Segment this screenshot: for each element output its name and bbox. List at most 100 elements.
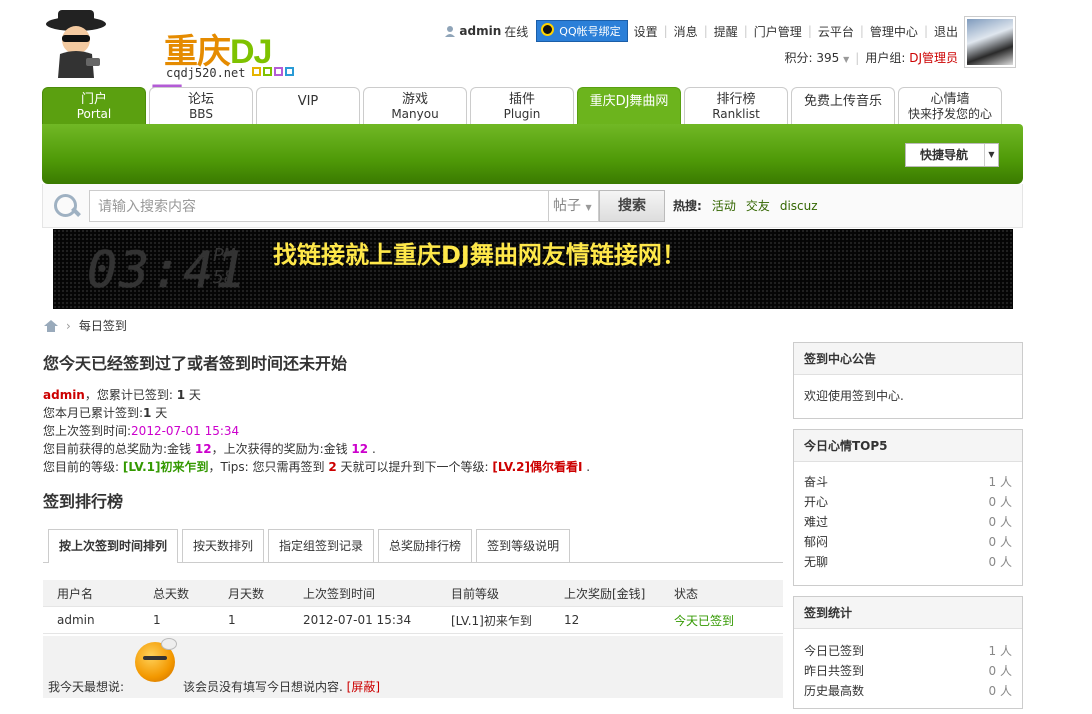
signin-stats-box: 签到统计 今日已签到 1 人 昨日共签到 0 人 历史最高数 0 人 [793,596,1023,709]
tab-vip[interactable]: VIP [256,87,360,124]
row-username-link[interactable]: admin [43,613,153,627]
stats-list: 今日已签到 1 人 昨日共签到 0 人 历史最高数 0 人 [794,629,1022,709]
info-line-level: 您目前的等级: [LV.1]初来乍到，Tips: 您只需再签到 2 天就可以提升… [43,460,591,474]
info-line-month: 您本月已累计签到:1 天 [43,406,168,420]
search-bar: 请输入搜索内容 帖子 ▼ 搜索 热搜: 活动 交友 discuz [42,184,1023,228]
col-last-time: 上次签到时间 [303,586,376,601]
dj-mascot-icon [46,10,106,78]
today-say: 我今天最想说: 该会员没有填写今日想说内容. [屏蔽] [43,636,783,698]
nav-settings-link[interactable]: 设置 [634,23,658,40]
row-level: [LV.1]初来乍到 [451,613,532,628]
search-input[interactable]: 请输入搜索内容 [89,189,549,222]
breadcrumb: › 每日签到 [44,317,127,334]
info-line-last-time: 您上次签到时间:2012-07-01 15:34 [43,424,240,438]
tab-bbs[interactable]: 论坛 BBS [149,87,253,124]
mood-title: 今日心情TOP5 [794,430,1022,462]
list-item: 郁闷 0 人 [804,535,1012,549]
breadcrumb-current: 每日签到 [78,319,127,333]
user-info: admin 在线 [444,23,528,40]
search-button[interactable]: 搜索 [599,189,665,222]
row-status: 今天已签到 [674,613,735,628]
nav-admin-center-link[interactable]: 管理中心 [870,23,918,40]
points-link[interactable]: 积分: 395 ▼ [785,49,850,66]
signin-info: admin，您累计已签到: 1 天 您本月已累计签到:1 天 您上次签到时间:2… [43,386,783,476]
search-icon [51,191,85,221]
hot-search: 热搜: 活动 交友 discuz [673,197,818,214]
tab-by-last-time[interactable]: 按上次签到时间排列 [48,529,179,563]
tab-total-reward[interactable]: 总奖励排行榜 [378,529,473,562]
list-item: 历史最高数 0 人 [804,684,1012,698]
tab-manyou[interactable]: 游戏 Manyou [363,87,467,124]
col-total-days: 总天数 [153,586,190,601]
col-username: 用户名 [57,586,94,601]
hot-search-item[interactable]: 活动 [712,197,736,214]
tab-upload-music[interactable]: 免费上传音乐 [791,87,895,124]
tab-portal[interactable]: 门户 Portal [42,87,146,124]
chevron-down-icon: ▼ [843,55,850,64]
qq-icon [541,23,555,36]
col-status: 状态 [674,586,699,601]
notice-text: 欢迎使用签到中心. [804,389,904,403]
online-status: 在线 [504,24,529,39]
tab-cqdj[interactable]: 重庆DJ舞曲网 [577,87,681,124]
banner-ad[interactable]: 03:41 PM 58 找链接就上重庆DJ舞曲网友情链接网！ [53,229,1013,309]
tab-mood-wall[interactable]: 心情墙 快来抒发您的心 [898,87,1002,124]
nav-logout-link[interactable]: 退出 [934,23,958,40]
col-last-reward: 上次奖励[金钱] [564,586,646,601]
notice-box: 签到中心公告 欢迎使用签到中心. [793,342,1023,419]
rank-table: 用户名 总天数 月天数 上次签到时间 目前等级 上次奖励[金钱] 状态 admi… [43,580,783,634]
col-level: 目前等级 [451,586,500,601]
nav-cloud-link[interactable]: 云平台 [818,23,854,40]
signin-main: 您今天已经签到过了或者签到时间还未开始 admin，您累计已签到: 1 天 您本… [43,350,783,512]
stats-title: 签到统计 [794,597,1022,629]
group-link[interactable]: DJ管理员 [909,49,958,66]
hot-search-label: 热搜: [673,199,702,213]
nav-messages-link[interactable]: 消息 [674,23,698,40]
table-row: admin 1 1 2012-07-01 15:34 [LV.1]初来乍到 12… [43,607,783,634]
mood-top5-box: 今日心情TOP5 奋斗 1 人 开心 0 人 难过 0 人 郁闷 0 人 无聊 0 人 [793,429,1023,586]
info-line-reward: 您目前获得的总奖励为:金钱 12，上次获得的奖励为:金钱 12 . [43,442,376,456]
home-icon[interactable] [44,319,58,332]
user-subinfo: 积分: 395 ▼ | 用户组: DJ管理员 [784,49,958,66]
points-label: 积分: [784,51,813,65]
page-title: 您今天已经签到过了或者签到时间还未开始 [43,354,348,373]
say-label: 我今天最想说: [48,680,125,694]
mood-face-icon [135,638,177,682]
group-label: 用户组: [865,51,906,65]
nav-reminders-link[interactable]: 提醒 [714,23,738,40]
search-type-select[interactable]: 帖子 ▼ [549,189,599,222]
col-month-days: 月天数 [228,586,265,601]
led-clock-small: PM 58 [213,245,235,288]
hot-search-item[interactable]: discuz [780,199,818,213]
rank-tabs: 按上次签到时间排列 按天数排列 指定组签到记录 总奖励排行榜 签到等级说明 [43,529,783,563]
qq-bind-label: QQ帐号绑定 [559,25,621,38]
chevron-down-icon: ▼ [585,202,592,212]
tab-ranklist[interactable]: 排行榜 Ranklist [684,87,788,124]
main-nav-tabs: 门户 Portal 论坛 BBS VIP 游戏 Manyou 插件 Plugin 重庆D… [42,87,1002,124]
notice-title: 签到中心公告 [794,343,1022,375]
avatar[interactable] [964,16,1016,68]
top-user-nav: admin 在线 QQ帐号绑定 设置 | 消息 | 提醒 | 门户管理 | 云平台 | 管… [444,20,958,42]
tab-plugin[interactable]: 插件 Plugin [470,87,574,124]
list-item: 无聊 0 人 [804,555,1012,569]
tab-level-info[interactable]: 签到等级说明 [476,529,571,562]
logo-squares [252,67,294,76]
username-link[interactable]: admin [459,24,501,38]
mood-list: 奋斗 1 人 开心 0 人 难过 0 人 郁闷 0 人 无聊 0 人 [794,462,1022,580]
block-link[interactable]: [屏蔽] [347,680,380,694]
table-header: 用户名 总天数 月天数 上次签到时间 目前等级 上次奖励[金钱] 状态 [43,580,783,607]
hot-search-item[interactable]: 交友 [746,197,770,214]
qq-bind-button[interactable]: QQ帐号绑定 [536,20,628,42]
site-logo[interactable]: 重庆DJ网 cqdj520.net [42,8,294,120]
chevron-down-icon: ▼ [984,144,998,166]
row-month-days: 1 [228,613,236,627]
tab-group-records[interactable]: 指定组签到记录 [268,529,375,562]
banner-text: 找链接就上重庆DJ舞曲网友情链接网！ [273,241,686,269]
say-text: 该会员没有填写今日想说内容. [屏蔽] [183,680,381,694]
row-last-time: 2012-07-01 15:34 [303,613,412,627]
list-item: 开心 0 人 [804,495,1012,509]
quick-nav-button[interactable]: 快捷导航 ▼ [905,143,999,167]
tab-by-days[interactable]: 按天数排列 [182,529,265,562]
list-item: 今日已签到 1 人 [804,644,1012,658]
nav-portal-admin-link[interactable]: 门户管理 [754,23,802,40]
